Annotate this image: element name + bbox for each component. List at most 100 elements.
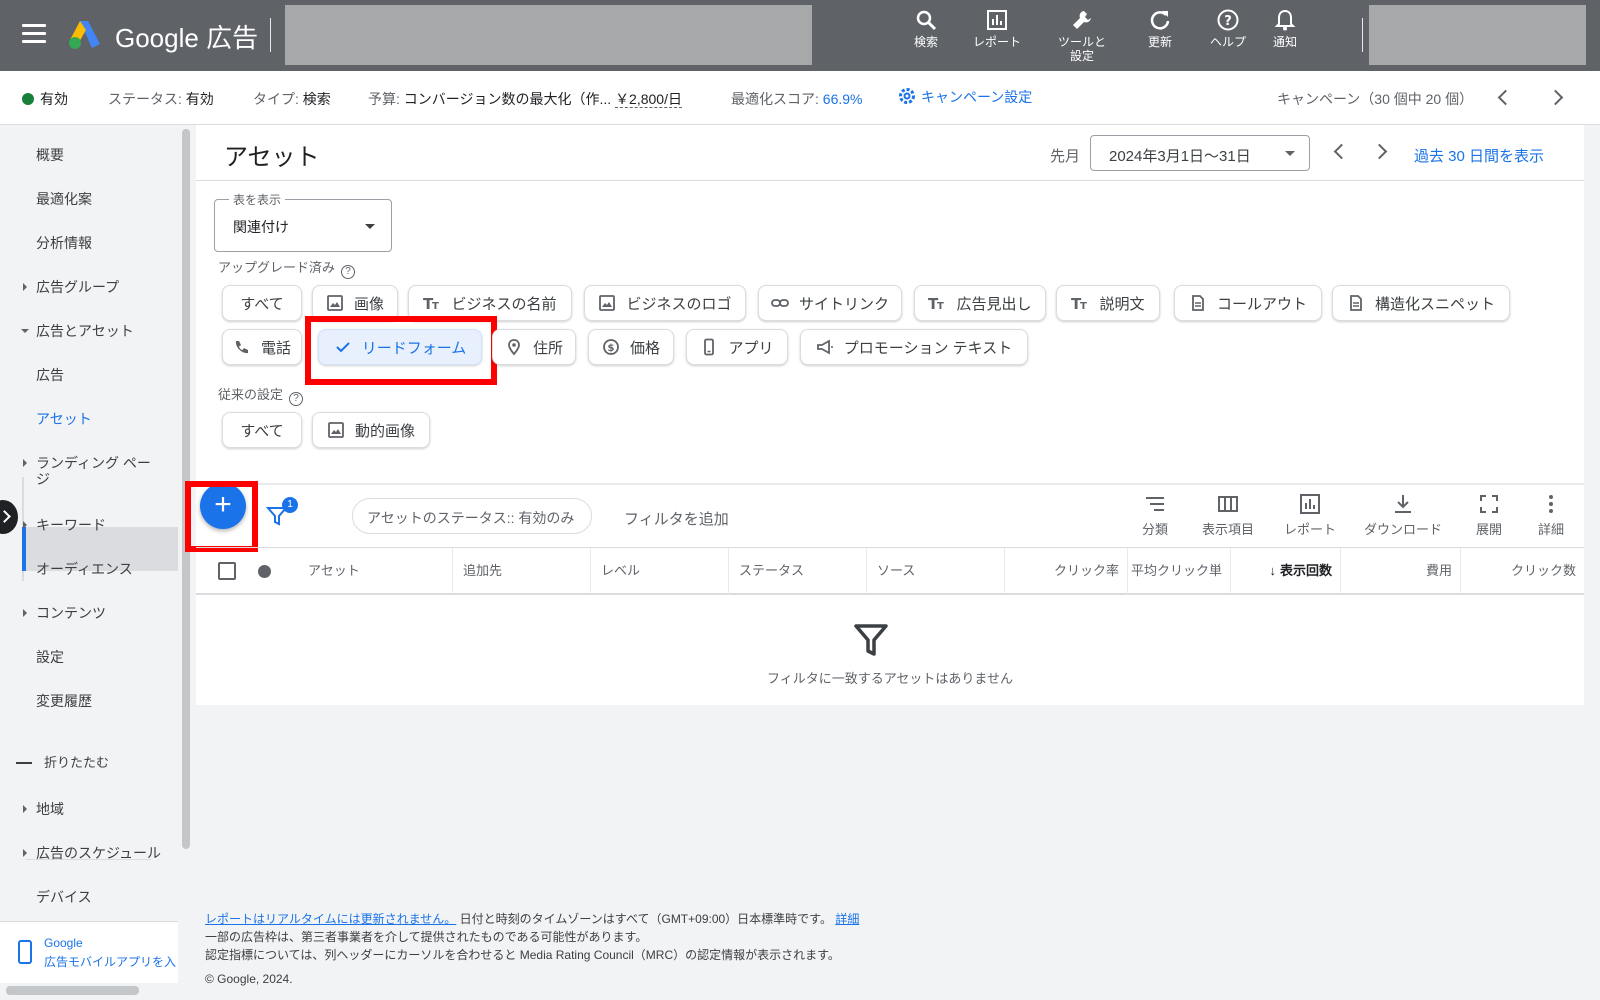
account-search-box-redacted[interactable] [285, 5, 812, 65]
tools-settings-button[interactable]: ツールと 設定 [1058, 8, 1106, 63]
chip-headline[interactable]: T T 広告見出し [914, 285, 1046, 321]
next-campaign-chevron-icon[interactable] [1547, 89, 1564, 106]
help-circle-icon[interactable]: ? [341, 265, 356, 279]
next-date-chevron-icon[interactable] [1371, 143, 1388, 160]
left-navigation: 概要 最適化案 分析情報 広告グループ 広告とアセット 広告 アセット ランディ… [0, 125, 178, 1000]
budget-info[interactable]: 予算: コンバージョン数の最大化（作... ￥2,800/日 [368, 89, 682, 109]
nav-overview[interactable]: 概要 [36, 147, 64, 163]
optimization-score[interactable]: 最適化スコア: 66.9% [731, 89, 862, 109]
nav-ad-groups[interactable]: 広告グループ [22, 279, 119, 295]
chip-location[interactable]: 住所 [492, 329, 576, 365]
refresh-button[interactable]: 更新 [1148, 8, 1172, 49]
prev-date-chevron-icon[interactable] [1333, 143, 1350, 160]
chip-promotion-text[interactable]: プロモーション テキスト [800, 329, 1028, 365]
nav-audiences[interactable]: オーディエンス [36, 561, 133, 577]
help-circle-icon[interactable]: ? [289, 392, 304, 406]
nav-change-history[interactable]: 変更履歴 [36, 693, 92, 709]
main-content: アセット 先月 2024年3月1日〜31日 過去 30 日間を表示 表を表示 関… [185, 125, 1584, 705]
col-asset[interactable]: アセット [286, 548, 453, 594]
nav-landing-pages-line2[interactable]: ジ [36, 471, 50, 487]
chip-sitelink[interactable]: サイトリンク [758, 285, 902, 321]
notifications-button[interactable]: 通知 [1273, 8, 1297, 49]
download-button[interactable]: ダウンロード [1364, 493, 1442, 538]
columns-button[interactable]: 表示項目 [1202, 493, 1254, 538]
reports-button[interactable]: レポート [1284, 493, 1336, 538]
svg-text:T: T [1080, 301, 1087, 312]
budget-amount: ￥2,800/日 [615, 91, 682, 108]
chip-all-legacy[interactable]: すべて [222, 412, 302, 448]
nav-assets[interactable]: アセット [36, 411, 92, 427]
account-info-redacted[interactable] [1369, 5, 1586, 65]
col-level[interactable]: レベル [591, 548, 729, 594]
horizontal-scrollbar[interactable] [6, 986, 139, 995]
nav-collapse[interactable]: 折りたたむ [44, 755, 109, 771]
top-app-bar: Google 広告 検索 レポート ツールと 設定 更新 ? ヘルプ 通知 [0, 0, 1600, 71]
chip-description[interactable]: T T 説明文 [1056, 285, 1160, 321]
nav-landing-pages[interactable]: ランディング ペー [23, 455, 151, 471]
realtime-info-link[interactable]: レポートはリアルタイムには更新されません。 [205, 912, 456, 926]
help-button[interactable]: ? ヘルプ [1210, 8, 1246, 49]
report-icon [987, 10, 1007, 30]
nav-ad-schedule[interactable]: 広告のスケジュール [22, 845, 161, 861]
phone-icon [235, 341, 248, 354]
col-added-to[interactable]: 追加先 [453, 548, 591, 594]
add-filter-button[interactable]: フィルタを追加 [624, 508, 729, 529]
type-info: タイプ: 検索 [253, 91, 331, 107]
chip-business-logo[interactable]: ビジネスのロゴ [584, 285, 746, 321]
mobile-app-promo[interactable]: Google 広告モバイルアプリを入 [0, 921, 178, 983]
text-size-icon: TT [423, 295, 439, 312]
filter-count-badge: 1 [282, 497, 298, 513]
nav-content[interactable]: コンテンツ [23, 605, 106, 621]
nav-insights[interactable]: 分析情報 [36, 235, 92, 251]
expand-button[interactable]: 展開 [1476, 493, 1502, 538]
col-avg-cpc[interactable]: 平均クリック単 [1128, 548, 1231, 594]
col-clicks[interactable]: クリック数 [1461, 548, 1584, 594]
col-cost[interactable]: 費用 [1341, 548, 1461, 594]
chip-callout[interactable]: コールアウト [1174, 285, 1322, 321]
nav-locations[interactable]: 地域 [23, 801, 64, 817]
select-all-checkbox[interactable] [218, 562, 236, 580]
table-view-select[interactable]: 表を表示 関連付け [214, 191, 392, 252]
campaign-counter: キャンペーン（30 個中 20 個） [1277, 91, 1474, 107]
nav-keywords[interactable]: キーワード [23, 517, 106, 533]
status-dot-icon [22, 93, 34, 105]
status-filter-chip[interactable]: アセットのステータス:: 有効のみ [352, 498, 592, 534]
col-status[interactable]: ステータス [729, 548, 867, 594]
wrench-icon [1073, 11, 1091, 29]
chip-structured-snippet[interactable]: 構造化スニペット [1332, 285, 1510, 321]
page-footer: レポートはリアルタイムには更新されません。 日付と時刻のタイムゾーンはすべて（G… [205, 912, 860, 986]
segment-button[interactable]: 分類 [1142, 493, 1168, 538]
image-icon [327, 295, 343, 311]
hamburger-menu-icon[interactable] [22, 24, 46, 44]
collapse-icon[interactable] [16, 762, 32, 764]
more-button[interactable]: 詳細 [1538, 493, 1564, 538]
chip-all-upgraded[interactable]: すべて [222, 285, 302, 321]
legacy-section-label: 従来の設定? [218, 384, 304, 406]
col-impressions[interactable]: ↓ 表示回数 [1231, 548, 1341, 594]
nav-ads-assets[interactable]: 広告とアセット [21, 323, 134, 339]
topbar-divider [1362, 18, 1363, 52]
campaign-status[interactable]: 有効 [22, 89, 68, 109]
chip-app[interactable]: アプリ [686, 329, 788, 365]
last-30-days-link[interactable]: 過去 30 日間を表示 [1414, 145, 1544, 166]
prev-campaign-chevron-icon[interactable] [1497, 89, 1514, 106]
brand-title: Google 広告 [115, 23, 259, 53]
status-dot-column-icon [258, 565, 271, 578]
add-button-highlight-box [185, 481, 258, 552]
chip-price[interactable]: $ 価格 [588, 329, 674, 365]
search-button[interactable]: 検索 [914, 8, 938, 49]
nav-settings[interactable]: 設定 [36, 649, 64, 665]
dollar-circle-icon: $ [603, 339, 619, 355]
report-button[interactable]: レポート [973, 8, 1021, 49]
nav-ads[interactable]: 広告 [36, 367, 64, 383]
chip-phone[interactable]: 電話 [222, 329, 302, 365]
col-source[interactable]: ソース [867, 548, 1005, 594]
date-range-picker[interactable]: 2024年3月1日〜31日 [1090, 135, 1310, 171]
nav-devices[interactable]: デバイス [36, 889, 92, 905]
col-ctr[interactable]: クリック率 [1005, 548, 1128, 594]
chip-dynamic-image[interactable]: 動的画像 [312, 412, 430, 448]
campaign-settings-link[interactable]: キャンペーン設定 [897, 86, 1032, 107]
details-link[interactable]: 詳細 [835, 912, 859, 926]
footer-line-2: 一部の広告枠は、第三者事業者を介して提供されたものである可能性があります。 [205, 930, 648, 944]
nav-recommendations[interactable]: 最適化案 [36, 191, 92, 207]
